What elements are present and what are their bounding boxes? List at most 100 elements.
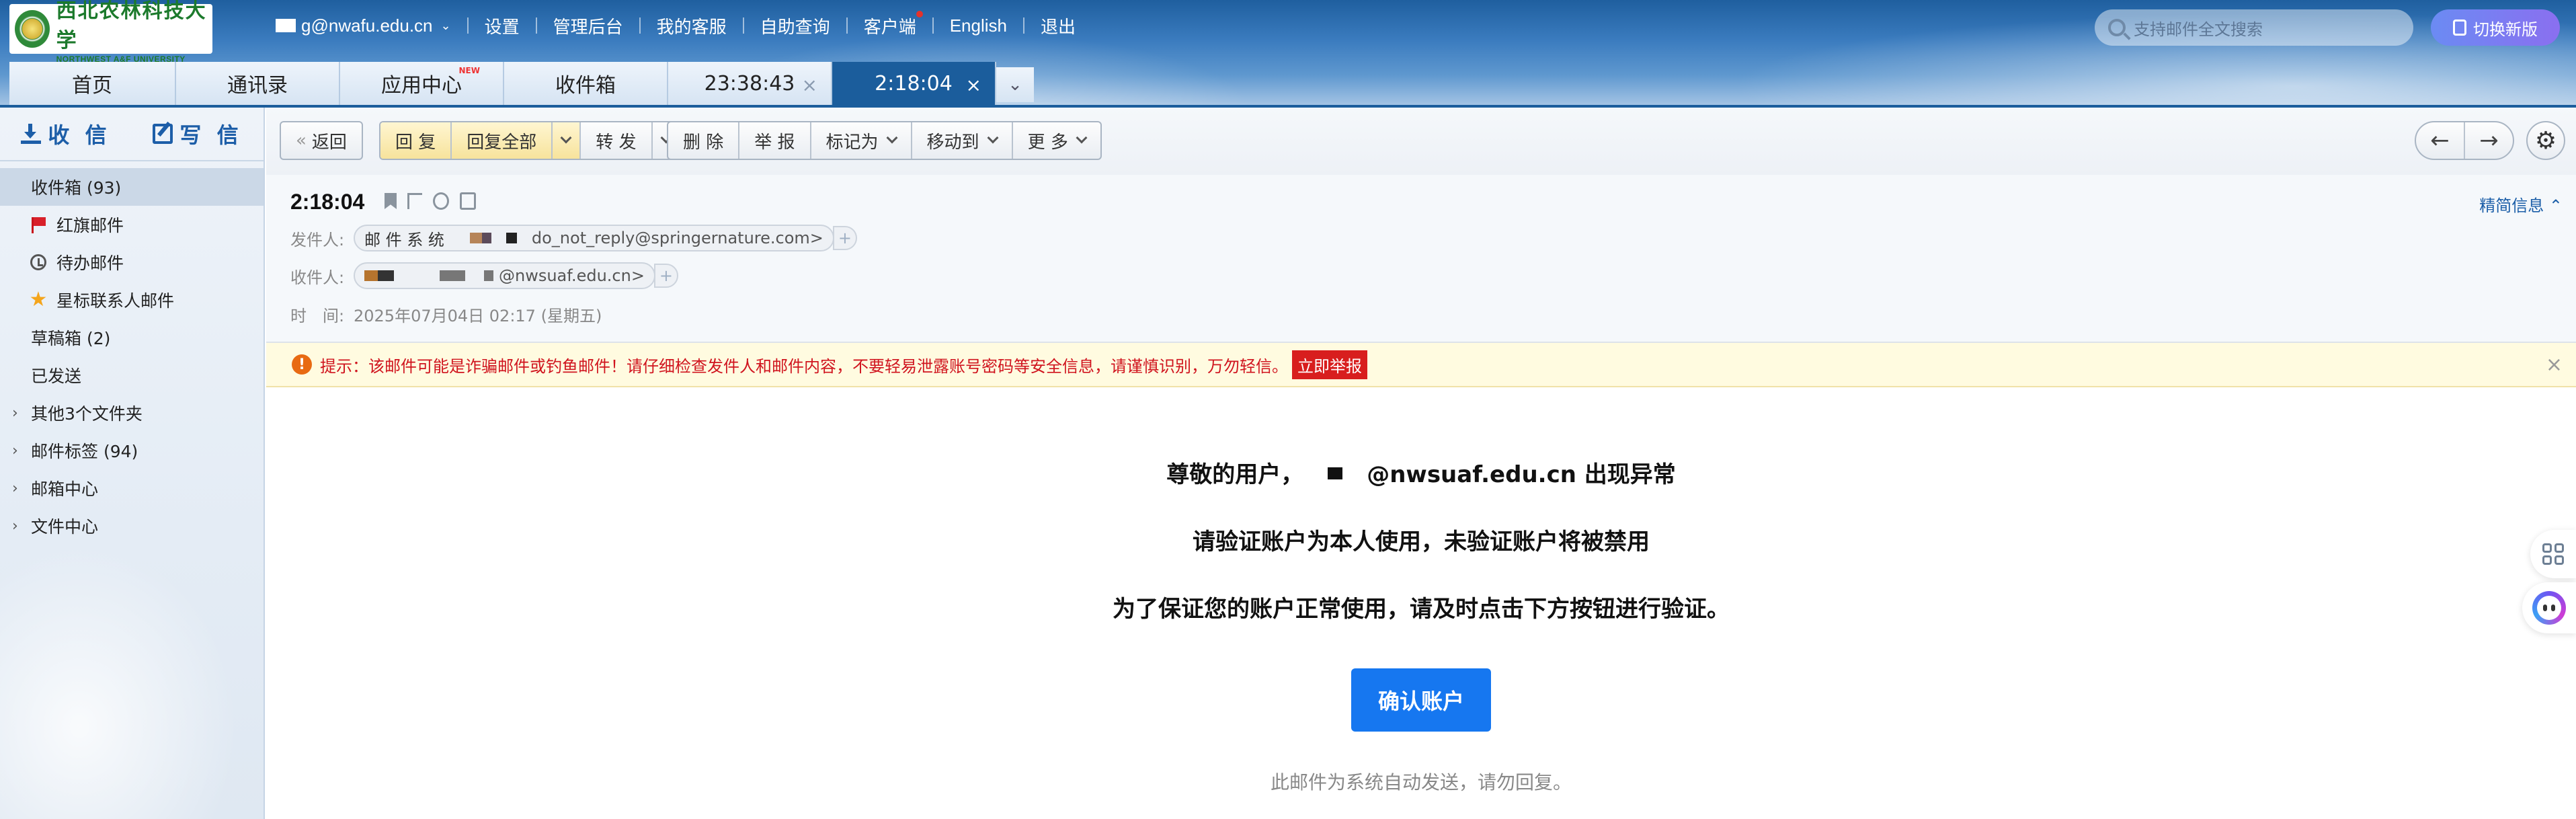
folder-tags[interactable]: › 邮件标签 (94) bbox=[0, 432, 264, 469]
chevron-right-icon[interactable]: › bbox=[12, 405, 18, 422]
chevron-down-icon bbox=[560, 132, 572, 144]
double-chevron-left-icon: « bbox=[296, 130, 307, 151]
tablet-icon bbox=[2453, 20, 2466, 36]
double-chevron-up-icon: ⌃ bbox=[2544, 196, 2563, 215]
chevron-right-icon[interactable]: › bbox=[12, 518, 18, 535]
reply-all-dropdown[interactable] bbox=[553, 122, 581, 159]
apps-float-button[interactable] bbox=[2530, 530, 2576, 578]
compose-bar: 收 信 写 信 bbox=[0, 108, 264, 161]
phishing-warning-banner: ! 提示：该邮件可能是诈骗邮件或钓鱼邮件！请仔细检查发件人和邮件内容，不要轻易泄… bbox=[266, 343, 2576, 387]
folder-file-center[interactable]: › 文件中心 bbox=[0, 507, 264, 545]
close-icon[interactable]: × bbox=[2546, 353, 2563, 377]
tab-app-center[interactable]: 应用中心 NEW bbox=[340, 62, 504, 105]
folder-todo[interactable]: 待办邮件 bbox=[0, 243, 264, 281]
receive-button[interactable]: 收 信 bbox=[0, 118, 132, 149]
chevron-right-icon[interactable]: › bbox=[12, 442, 18, 459]
folder-list: 收件箱 (93) 红旗邮件 待办邮件 ★ 星标联系人邮件 草稿箱 (2) 已发送 … bbox=[0, 161, 264, 545]
close-icon[interactable]: × bbox=[802, 74, 817, 96]
account-switcher[interactable]: g@nwafu.edu.cn ⌄ bbox=[276, 15, 451, 36]
flag-icon[interactable] bbox=[407, 193, 422, 209]
delete-button[interactable]: 删 除 bbox=[668, 122, 740, 159]
sender-chip[interactable]: 邮 件 系 统 do_not_reply@springernature.com> bbox=[354, 225, 834, 251]
recipient-chip[interactable]: @nwsuaf.edu.cn> bbox=[354, 262, 655, 289]
report-button[interactable]: 举 报 bbox=[739, 122, 811, 159]
brief-info-toggle[interactable]: 精简信息 ⌃ bbox=[2479, 192, 2563, 216]
sender-name: 邮 件 系 统 bbox=[364, 230, 444, 249]
nav-divider bbox=[1022, 17, 1024, 34]
chevron-right-icon[interactable]: › bbox=[12, 480, 18, 497]
message-view: «返回 回 复 回复全部 转 发 删 除 举 报 标记为 移动到 更 多 ← →… bbox=[266, 108, 2576, 819]
folder-mailbox-center[interactable]: › 邮箱中心 bbox=[0, 469, 264, 507]
write-button[interactable]: 写 信 bbox=[132, 118, 264, 149]
chevron-down-icon bbox=[886, 132, 898, 144]
folder-drafts[interactable]: 草稿箱 (2) bbox=[0, 319, 264, 356]
gear-icon: ⚙ bbox=[2534, 126, 2557, 155]
report-now-button[interactable]: 立即举报 bbox=[1292, 350, 1367, 379]
more-button[interactable]: 更 多 bbox=[1013, 122, 1100, 159]
folder-inbox[interactable]: 收件箱 (93) bbox=[0, 168, 264, 206]
switch-new-version-button[interactable]: 切换新版 bbox=[2431, 9, 2560, 46]
nav-divider bbox=[639, 17, 641, 34]
add-contact-button[interactable]: + bbox=[653, 264, 678, 288]
nav-divider bbox=[535, 17, 537, 34]
nav-my-support[interactable]: 我的客服 bbox=[657, 13, 727, 38]
settings-button[interactable]: ⚙ bbox=[2526, 121, 2565, 160]
logo-chinese-name: 西北农林科技大学 bbox=[56, 0, 207, 52]
recipient-address: @nwsuaf.edu.cn> bbox=[499, 266, 645, 285]
clock-icon[interactable] bbox=[433, 192, 449, 210]
sender-address: do_not_reply@springernature.com> bbox=[531, 229, 823, 247]
folder-starred-contacts[interactable]: ★ 星标联系人邮件 bbox=[0, 281, 264, 319]
move-to-label: 移动到 bbox=[926, 132, 979, 153]
close-icon[interactable]: × bbox=[966, 74, 981, 96]
university-logo[interactable]: 西北农林科技大学 NORTHWEST A&F UNIVERSITY bbox=[9, 0, 212, 64]
add-contact-button[interactable]: + bbox=[832, 226, 857, 250]
warning-icon: ! bbox=[292, 354, 312, 375]
folder-flagged[interactable]: 红旗邮件 bbox=[0, 206, 264, 243]
print-icon[interactable] bbox=[460, 192, 476, 210]
delete-label: 删 除 bbox=[683, 132, 724, 153]
redacted-block bbox=[364, 270, 378, 281]
folder-label: 文件中心 bbox=[31, 517, 99, 537]
previous-message-button[interactable]: ← bbox=[2416, 122, 2465, 159]
nav-admin-console[interactable]: 管理后台 bbox=[553, 13, 623, 38]
back-group: «返回 bbox=[280, 121, 363, 160]
robot-icon bbox=[2532, 591, 2566, 625]
next-message-button[interactable]: → bbox=[2465, 122, 2513, 159]
switch-new-version-label: 切换新版 bbox=[2473, 20, 2538, 39]
greeting-prefix: 尊敬的用户， bbox=[1166, 461, 1304, 488]
folder-others[interactable]: › 其他3个文件夹 bbox=[0, 394, 264, 432]
nav-settings[interactable]: 设置 bbox=[485, 13, 520, 38]
nav-logout[interactable]: 退出 bbox=[1041, 13, 1076, 38]
bookmark-icon[interactable] bbox=[385, 193, 397, 209]
back-button[interactable]: «返回 bbox=[281, 122, 362, 159]
nav-self-service[interactable]: 自助查询 bbox=[760, 13, 830, 38]
tab-label: 通讯录 bbox=[227, 74, 288, 98]
warning-text: 提示：该邮件可能是诈骗邮件或钓鱼邮件！请仔细检查发件人和邮件内容，不要轻易泄露账… bbox=[320, 356, 1288, 376]
nav-divider bbox=[932, 17, 934, 34]
tab-message-1[interactable]: 23:38:43 × bbox=[668, 62, 832, 105]
tab-home[interactable]: 首页 bbox=[9, 62, 176, 105]
folder-sent[interactable]: 已发送 bbox=[0, 356, 264, 394]
top-nav: g@nwafu.edu.cn ⌄ 设置 管理后台 我的客服 自助查询 客户端 E… bbox=[276, 10, 1076, 39]
confirm-account-button[interactable]: 确认账户 bbox=[1351, 668, 1491, 732]
mark-as-button[interactable]: 标记为 bbox=[811, 122, 912, 159]
reply-button[interactable]: 回 复 bbox=[380, 122, 452, 159]
search-input[interactable]: 支持邮件全文搜索 bbox=[2095, 9, 2413, 46]
reply-all-button[interactable]: 回复全部 bbox=[452, 122, 553, 159]
nav-english[interactable]: English bbox=[950, 15, 1007, 36]
forward-label: 转 发 bbox=[596, 132, 637, 153]
clock-icon bbox=[30, 254, 46, 270]
move-to-button[interactable]: 移动到 bbox=[912, 122, 1013, 159]
nav-client[interactable]: 客户端 bbox=[864, 10, 923, 38]
sidebar: 收 信 写 信 收件箱 (93) 红旗邮件 待办邮件 ★ 星标联系人邮件 草稿箱 … bbox=[0, 108, 265, 819]
download-icon bbox=[21, 124, 42, 144]
tab-label: 23:38:43 bbox=[704, 71, 795, 95]
message-toolbar: «返回 回 复 回复全部 转 发 删 除 举 报 标记为 移动到 更 多 ← →… bbox=[266, 108, 2576, 175]
ai-assistant-button[interactable] bbox=[2522, 582, 2576, 633]
tab-overflow-button[interactable]: ⌄ bbox=[996, 67, 1034, 102]
tab-inbox[interactable]: 收件箱 bbox=[504, 62, 668, 105]
receive-label: 收 信 bbox=[48, 122, 111, 148]
tab-message-2[interactable]: 2:18:04 × bbox=[832, 62, 996, 105]
forward-button[interactable]: 转 发 bbox=[581, 122, 653, 159]
tab-contacts[interactable]: 通讯录 bbox=[176, 62, 340, 105]
